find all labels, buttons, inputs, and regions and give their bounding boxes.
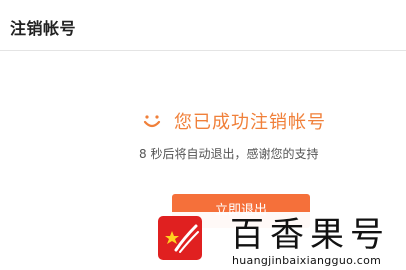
star-logo-icon — [158, 216, 202, 260]
watermark-overlay: 百香果号 huangjinbaixiangguo.com — [150, 212, 406, 270]
smile-icon — [143, 115, 161, 128]
page-title: 注销帐号 — [10, 19, 77, 38]
success-message: 您已成功注销帐号 — [174, 112, 326, 133]
brand-url: huangjinbaixiangguo.com — [232, 254, 382, 267]
redirect-countdown: 8 秒后将自动退出，感谢您的支持 — [139, 147, 319, 161]
success-message-row: 您已成功注销帐号 — [142, 108, 326, 134]
brand-name: 百香果号 — [230, 215, 390, 255]
page-header: 注销帐号 — [0, 0, 406, 50]
header-divider — [0, 50, 406, 51]
